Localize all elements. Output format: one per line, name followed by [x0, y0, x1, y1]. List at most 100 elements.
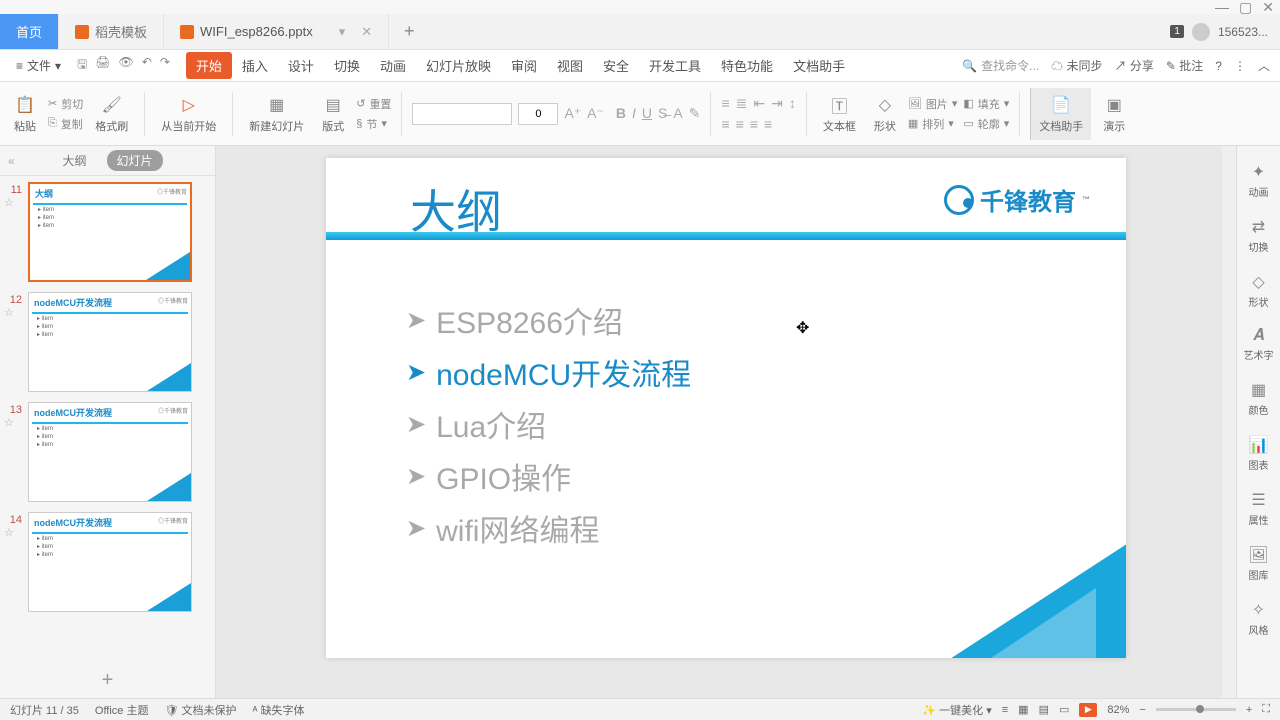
tab-templates[interactable]: 稻壳模板 [59, 14, 164, 49]
strike-icon[interactable]: S̶ [658, 105, 667, 122]
layout-button[interactable]: ▤版式 [316, 94, 350, 134]
command-search[interactable]: 🔍 查找命令... [962, 57, 1039, 74]
menu-tab-4[interactable]: 动画 [370, 52, 416, 79]
fill-button[interactable]: ◧ 填充 ▾ [963, 96, 1009, 112]
indent-inc-icon[interactable]: ⇥ [771, 95, 783, 112]
beautify-button[interactable]: ✨ 一键美化 ▾ [922, 702, 991, 718]
redo-icon[interactable]: ↷ [160, 55, 170, 76]
protect-status[interactable]: 🛡 文档未保护 [164, 702, 236, 718]
section-button[interactable]: § 节 ▾ [356, 116, 391, 132]
view-normal-icon[interactable]: ▦ [1018, 703, 1028, 716]
shape-button[interactable]: ◇形状 [868, 94, 902, 134]
menu-tab-10[interactable]: 特色功能 [711, 52, 783, 79]
menu-tab-5[interactable]: 幻灯片放映 [416, 52, 501, 79]
side-panel-图表[interactable]: 📊图表 [1249, 435, 1269, 472]
doc-assistant[interactable]: 📄文档助手 [1030, 88, 1091, 140]
slideshow-button[interactable]: ▶ [1079, 703, 1097, 717]
slide-canvas[interactable]: 大纲 千锋教育™ ➤ESP8266介绍➤nodeMCU开发流程➤Lua介绍➤GP… [216, 146, 1236, 698]
tab-current-file[interactable]: WIFI_esp8266.pptx ▾ ✕ [164, 14, 389, 49]
outline-button[interactable]: ▭ 轮廓 ▾ [963, 116, 1009, 132]
align-right-icon[interactable]: ≡ [750, 116, 758, 132]
notes-icon[interactable]: ≡ [1002, 704, 1008, 716]
highlight-icon[interactable]: ✎ [689, 105, 701, 122]
view-reading-icon[interactable]: ▭ [1059, 703, 1069, 716]
bold-icon[interactable]: B [616, 105, 626, 122]
arrange-button[interactable]: ▦ 排列 ▾ [908, 116, 958, 132]
minimize-button[interactable]: — [1215, 0, 1229, 15]
preview-icon[interactable]: 👁 [119, 55, 134, 76]
italic-icon[interactable]: I [632, 105, 636, 122]
underline-icon[interactable]: U [642, 105, 652, 122]
annotate-button[interactable]: ✎ 批注 [1166, 57, 1203, 74]
cut-button[interactable]: ✂ 剪切 [48, 96, 83, 112]
menu-tab-1[interactable]: 插入 [232, 52, 278, 79]
tab-close-icon[interactable]: ✕ [361, 24, 372, 40]
font-family-combo[interactable] [412, 103, 512, 125]
menu-tab-11[interactable]: 文档助手 [783, 52, 855, 79]
reset-button[interactable]: ↺ 重置 [356, 96, 391, 112]
save-icon[interactable]: 🖫 [77, 55, 87, 76]
picture-button[interactable]: 🖼 图片 ▾ [908, 96, 958, 112]
fit-icon[interactable]: ⛶ [1262, 703, 1270, 716]
menu-tab-7[interactable]: 视图 [547, 52, 593, 79]
menu-tab-3[interactable]: 切换 [324, 52, 370, 79]
thumb-tab-slides[interactable]: 幻灯片 [107, 150, 163, 171]
sync-status[interactable]: ☁ 未同步 [1051, 57, 1102, 74]
format-painter[interactable]: 🖌格式刷 [89, 94, 134, 134]
side-panel-颜色[interactable]: ▦颜色 [1249, 380, 1269, 417]
menu-tab-9[interactable]: 开发工具 [639, 52, 711, 79]
collapse-panel-icon[interactable]: « [8, 154, 15, 168]
vertical-scrollbar[interactable] [1222, 146, 1236, 698]
zoom-slider[interactable] [1156, 708, 1236, 711]
view-sorter-icon[interactable]: ▤ [1039, 703, 1049, 716]
current-slide[interactable]: 大纲 千锋教育™ ➤ESP8266介绍➤nodeMCU开发流程➤Lua介绍➤GP… [326, 158, 1126, 658]
increase-font-icon[interactable]: A⁺ [564, 105, 581, 122]
font-missing[interactable]: ᴬ 缺失字体 [253, 702, 305, 718]
menu-tab-0[interactable]: 开始 [186, 52, 232, 79]
textbox-button[interactable]: 🅃文本框 [817, 94, 862, 134]
new-slide[interactable]: ▦新建幻灯片 [243, 94, 310, 134]
play-from-current[interactable]: ▷从当前开始 [155, 94, 222, 134]
add-slide-button[interactable]: + [0, 663, 215, 698]
font-size-combo[interactable] [518, 103, 558, 125]
line-spacing-icon[interactable]: ↕ [789, 95, 796, 112]
tab-overflow-icon[interactable]: ▾ [339, 24, 346, 40]
paste-button[interactable]: 📋粘贴 [8, 94, 42, 134]
menu-tab-2[interactable]: 设计 [278, 52, 324, 79]
copy-button[interactable]: ⎘ 复制 [48, 116, 83, 132]
thumb-tab-outline[interactable]: 大纲 [52, 150, 96, 171]
side-panel-切换[interactable]: ⇄切换 [1249, 217, 1269, 254]
zoom-out-icon[interactable]: − [1139, 704, 1145, 716]
side-panel-艺术字[interactable]: 𝑨艺术字 [1244, 327, 1274, 362]
indent-dec-icon[interactable]: ⇤ [753, 95, 765, 112]
side-panel-属性[interactable]: ☰属性 [1249, 490, 1269, 527]
collapse-ribbon-icon[interactable]: ︿ [1258, 57, 1270, 74]
menu-tab-8[interactable]: 安全 [593, 52, 639, 79]
tab-add-button[interactable]: + [389, 14, 429, 49]
align-justify-icon[interactable]: ≡ [764, 116, 772, 132]
menu-tab-6[interactable]: 审阅 [501, 52, 547, 79]
present-button[interactable]: ▣演示 [1097, 94, 1131, 134]
file-menu[interactable]: ≡ 文件 ▾ [10, 55, 67, 76]
side-panel-形状[interactable]: ◇形状 [1249, 272, 1269, 309]
align-left-icon[interactable]: ≡ [721, 116, 729, 132]
print-icon[interactable]: 🖨 [95, 55, 110, 76]
thumbnail-item[interactable]: 12☆nodeMCU开发流程▸ item▸ item▸ item◎千锋教育 [4, 292, 211, 392]
tab-home[interactable]: 首页 [0, 14, 59, 49]
numbering-icon[interactable]: ≣ [736, 95, 748, 112]
thumbnail-item[interactable]: 11☆大纲▸ item▸ item▸ item◎千锋教育 [4, 182, 211, 282]
user-area[interactable]: 1 156523... [1158, 14, 1280, 49]
side-panel-风格[interactable]: ✧风格 [1249, 600, 1269, 637]
share-button[interactable]: ↗ 分享 [1115, 57, 1154, 74]
side-panel-动画[interactable]: ✦动画 [1249, 162, 1269, 199]
more-icon[interactable]: ⋮ [1234, 59, 1246, 73]
thumbnail-item[interactable]: 13☆nodeMCU开发流程▸ item▸ item▸ item◎千锋教育 [4, 402, 211, 502]
side-panel-图库[interactable]: 🖼图库 [1248, 545, 1268, 582]
zoom-in-icon[interactable]: + [1246, 704, 1252, 716]
zoom-value[interactable]: 82% [1107, 704, 1129, 716]
decrease-font-icon[interactable]: A⁻ [587, 105, 604, 122]
thumbnail-item[interactable]: 14☆nodeMCU开发流程▸ item▸ item▸ item◎千锋教育 [4, 512, 211, 612]
bullets-icon[interactable]: ≡ [721, 95, 729, 112]
font-color-icon[interactable]: A [673, 105, 682, 122]
help-icon[interactable]: ? [1215, 59, 1222, 73]
